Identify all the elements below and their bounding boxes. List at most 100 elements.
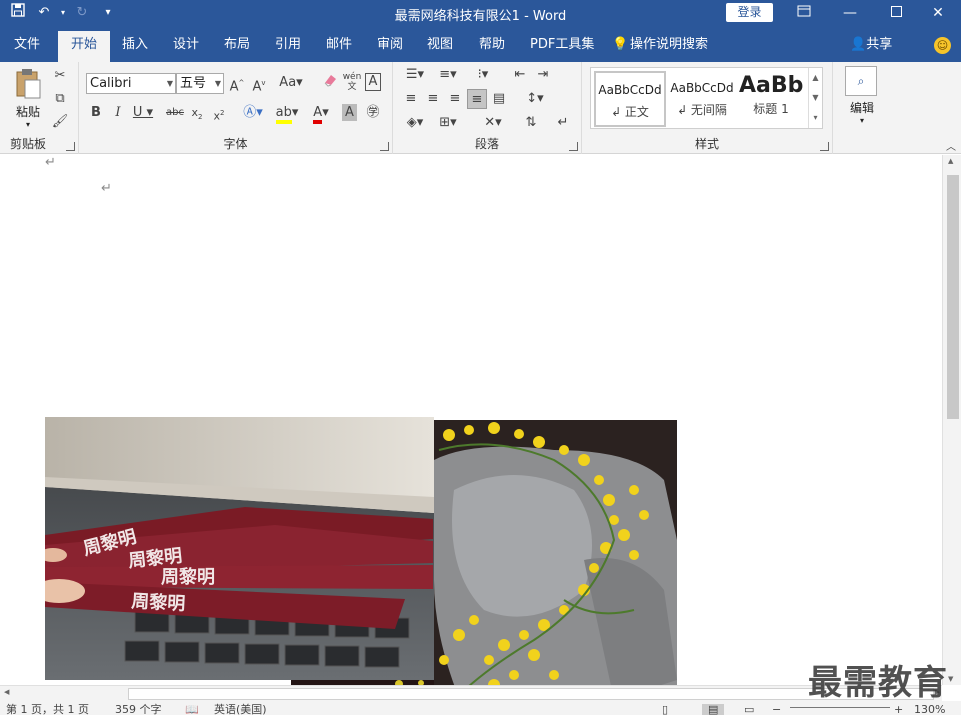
image-name-cards[interactable]: 周黎明 周黎明 周黎明 周黎明 [45, 417, 434, 680]
tab-layout[interactable]: 布局 [218, 34, 256, 58]
page-count[interactable]: 第 1 页，共 1 页 [6, 704, 89, 715]
shading-icon[interactable]: ◈▾ [401, 113, 429, 133]
zoom-slider[interactable] [790, 707, 890, 708]
editing-button[interactable]: ⌕ 编辑 ▾ [845, 66, 879, 125]
ribbon-display-icon[interactable] [781, 0, 827, 26]
undo-dropdown-icon[interactable]: ▾ [58, 3, 68, 23]
styles-group-label: 样式 [694, 137, 719, 151]
tab-references[interactable]: 引用 [269, 34, 307, 58]
tab-pdf-tools[interactable]: PDF工具集 [524, 34, 600, 58]
strikethrough-icon[interactable]: abc [163, 103, 187, 123]
character-border-icon[interactable]: A [365, 73, 381, 91]
tab-review[interactable]: 审阅 [371, 34, 409, 58]
paragraph-launcher-icon[interactable]: . [569, 142, 578, 151]
tab-home[interactable]: 开始 [58, 31, 111, 62]
feedback-smiley-icon[interactable]: ☺ [934, 37, 951, 54]
chinese-layout-icon[interactable]: ✕▾ [479, 113, 507, 133]
shrink-font-icon[interactable]: Av [249, 73, 269, 94]
font-size-value: 五号 [180, 76, 207, 91]
zoom-in-icon[interactable]: + [894, 704, 903, 715]
undo-icon[interactable]: ↶ [32, 3, 56, 23]
underline-icon[interactable]: U ▾ [130, 103, 156, 123]
font-name-combo[interactable]: Calibri ▼ [86, 73, 176, 94]
enclose-characters-icon[interactable]: ㊫ [363, 103, 383, 123]
justify-icon[interactable]: ≡ [467, 89, 487, 109]
styles-scroll[interactable]: ▲ ▼ ▾ [808, 68, 822, 128]
share-button[interactable]: 👤共享 [850, 34, 892, 56]
font-color-icon[interactable]: A▾ [307, 103, 335, 124]
maximize-icon[interactable] [873, 0, 919, 26]
style-heading-1[interactable]: AaBb 标题 1 [739, 71, 803, 127]
tab-file[interactable]: 文件 [8, 34, 46, 58]
style-name: ↲ 正文 [611, 105, 649, 119]
superscript-icon[interactable]: x2 [209, 103, 229, 123]
document-area[interactable]: ↵ ↵ 周黎明 周黎明 周黎明 周黎明 [0, 155, 961, 710]
language-indicator[interactable]: 英语(美国) [214, 704, 267, 715]
align-right-icon[interactable]: ≡ [445, 89, 465, 109]
tab-insert[interactable]: 插入 [116, 34, 154, 58]
text-effects-icon[interactable]: Ⓐ▾ [239, 103, 267, 123]
font-size-combo[interactable]: 五号 ▼ [176, 73, 224, 94]
align-center-icon[interactable]: ≡ [423, 89, 443, 109]
save-icon[interactable] [6, 3, 30, 23]
word-count[interactable]: 359 个字 [115, 704, 162, 715]
redo-icon[interactable]: ↻ [70, 3, 94, 23]
scroll-left-icon[interactable]: ◀ [4, 688, 9, 696]
print-layout-icon[interactable]: ▤ [702, 704, 725, 715]
borders-icon[interactable]: ⊞▾ [434, 113, 462, 133]
grow-font-icon[interactable]: A^ [227, 73, 247, 94]
font-color-glyph: A [313, 106, 323, 124]
highlight-color-icon[interactable]: ab▾ [273, 103, 301, 124]
character-shading-icon[interactable]: A [342, 104, 357, 121]
ribbon: 粘贴 ▾ ✂ ⧉ 🖌 剪贴板 . Calibri ▼ 五号 ▼ A^ Av Aa▾ … [0, 62, 961, 154]
clipboard-launcher-icon[interactable]: . [66, 142, 75, 151]
zoom-out-icon[interactable]: − [772, 704, 781, 715]
tab-mailings[interactable]: 邮件 [320, 34, 358, 58]
italic-icon[interactable]: I [108, 103, 128, 123]
proofing-icon[interactable]: 📖 [185, 704, 199, 715]
numbering-icon[interactable]: ≡▾ [434, 65, 462, 85]
paste-dropdown-icon[interactable]: ▾ [10, 120, 46, 129]
styles-launcher-icon[interactable]: . [820, 142, 829, 151]
vertical-scrollbar[interactable]: ▲ ▼ [942, 155, 961, 685]
subscript-icon[interactable]: x2 [187, 103, 207, 123]
multilevel-list-icon[interactable]: ⁝▾ [469, 65, 497, 85]
login-button[interactable]: 登录 [726, 3, 773, 22]
minimize-icon[interactable]: — [827, 0, 873, 26]
horizontal-scrollbar[interactable]: ◀ ▶ [0, 685, 942, 701]
style-normal[interactable]: AaBbCcDd ↲ 正文 [594, 71, 666, 127]
change-case-icon[interactable]: Aa▾ [277, 73, 305, 93]
paste-button[interactable]: 粘贴 ▾ [10, 68, 46, 129]
read-mode-icon[interactable]: ▯ [662, 704, 668, 715]
clear-formatting-icon[interactable] [320, 73, 340, 93]
paragraph-group-label: 段落 [474, 137, 499, 151]
customize-icon[interactable]: ▾ [96, 3, 120, 23]
font-launcher-icon[interactable]: . [380, 142, 389, 151]
scroll-down-icon[interactable]: ▼ [948, 675, 953, 683]
close-icon[interactable]: ✕ [915, 0, 961, 26]
phonetic-guide-icon[interactable]: wén 文 [342, 72, 362, 92]
image-flowers-on-rock[interactable] [434, 420, 677, 710]
zoom-level[interactable]: 130% [914, 704, 945, 715]
decrease-indent-icon[interactable]: ⇤ [510, 65, 530, 85]
show-marks-icon[interactable]: ↵ [553, 113, 573, 133]
line-spacing-icon[interactable]: ↕▾ [521, 89, 549, 109]
tab-help[interactable]: 帮助 [473, 34, 511, 58]
bold-icon[interactable]: B [86, 103, 106, 123]
distributed-icon[interactable]: ▤ [489, 89, 509, 109]
increase-indent-icon[interactable]: ⇥ [533, 65, 553, 85]
web-layout-icon[interactable]: ▭ [744, 704, 754, 715]
tab-view[interactable]: 视图 [421, 34, 459, 58]
paragraph-mark-icon: ↵ [101, 181, 112, 196]
format-painter-icon[interactable]: 🖌 [50, 112, 70, 132]
cut-icon[interactable]: ✂ [50, 66, 70, 86]
tab-design[interactable]: 设计 [167, 34, 205, 58]
scroll-up-icon[interactable]: ▲ [948, 157, 953, 165]
align-left-icon[interactable]: ≡ [401, 89, 421, 109]
sort-icon[interactable]: ⇅ [521, 113, 541, 133]
copy-icon[interactable]: ⧉ [50, 89, 70, 109]
vertical-scroll-thumb[interactable] [947, 175, 959, 419]
bullets-icon[interactable]: ☰▾ [401, 65, 429, 85]
style-no-spacing[interactable]: AaBbCcDd ↲ 无间隔 [666, 71, 738, 127]
tell-me-search[interactable]: 💡 操作说明搜索 [612, 34, 714, 58]
